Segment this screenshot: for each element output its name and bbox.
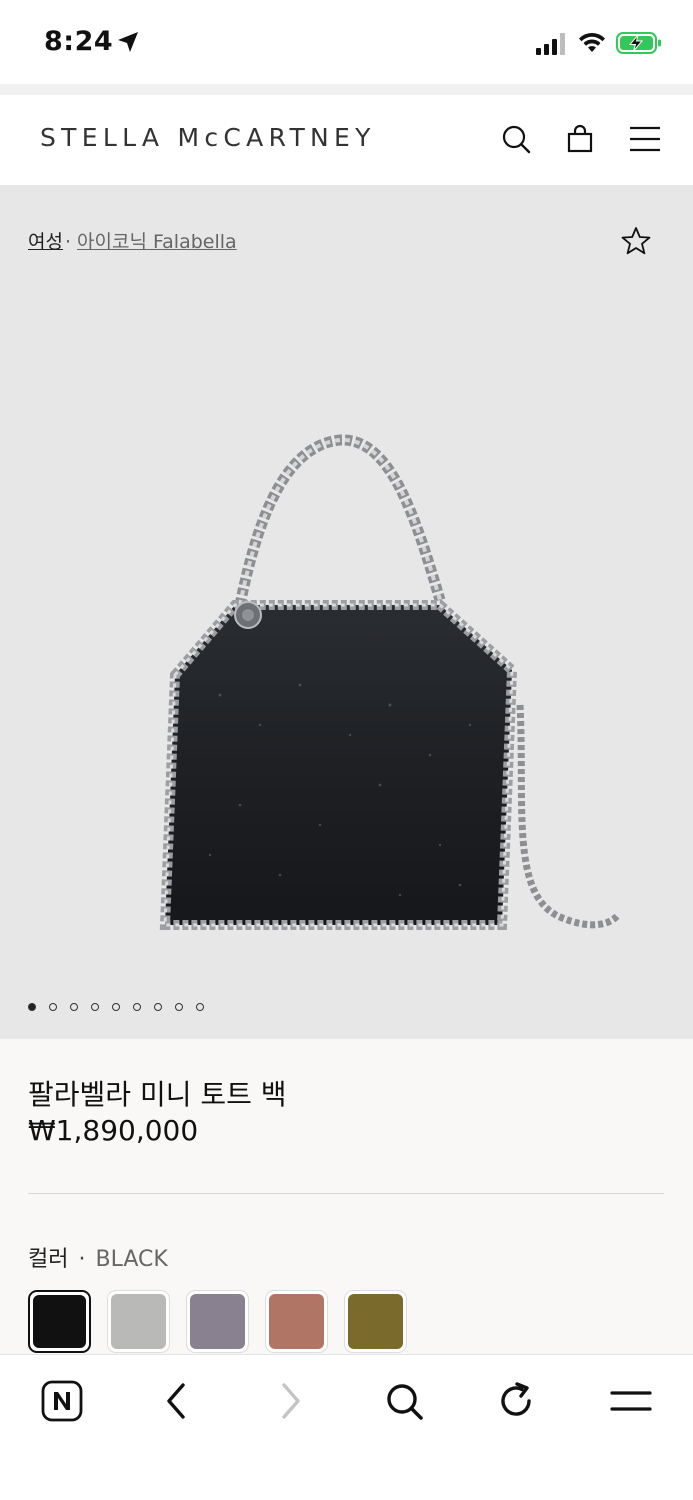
divider bbox=[28, 1193, 664, 1194]
location-arrow-icon bbox=[118, 32, 138, 52]
swatch-fill bbox=[269, 1294, 324, 1349]
breadcrumb-falabella[interactable]: 아이코닉 Falabella bbox=[77, 231, 237, 253]
color-label: 컬러 bbox=[28, 1247, 69, 1272]
color-selection-label: 컬러 · BLACK bbox=[28, 1241, 168, 1273]
pager-dot[interactable] bbox=[196, 1003, 204, 1011]
pager-dot[interactable] bbox=[175, 1003, 183, 1011]
color-swatch[interactable] bbox=[28, 1290, 91, 1353]
browser-toolbar bbox=[0, 1354, 693, 1500]
pager-dot[interactable] bbox=[154, 1003, 162, 1011]
shopping-bag-icon[interactable] bbox=[564, 123, 596, 155]
color-value: BLACK bbox=[95, 1247, 168, 1272]
swatch-fill bbox=[111, 1294, 166, 1349]
product-name: 팔라벨라 미니 토트 백 bbox=[28, 1078, 287, 1111]
color-swatch[interactable] bbox=[186, 1290, 249, 1353]
star-outline-icon[interactable] bbox=[620, 225, 652, 257]
naver-n-icon[interactable] bbox=[40, 1379, 84, 1423]
swatch-fill bbox=[348, 1294, 403, 1349]
color-swatch[interactable] bbox=[265, 1290, 328, 1353]
swatch-fill bbox=[33, 1295, 86, 1348]
breadcrumb-separator: · bbox=[64, 231, 72, 253]
battery-charging-icon bbox=[616, 32, 661, 54]
product-image[interactable] bbox=[140, 425, 640, 945]
swatch-fill bbox=[190, 1294, 245, 1349]
search-icon[interactable] bbox=[500, 123, 532, 155]
color-swatch[interactable] bbox=[107, 1290, 170, 1353]
header-gap bbox=[0, 84, 693, 95]
color-separator: · bbox=[78, 1247, 86, 1272]
brand-logo[interactable]: STELLA McCARTNEY bbox=[40, 123, 376, 152]
wifi-icon bbox=[579, 32, 605, 52]
color-swatch[interactable] bbox=[344, 1290, 407, 1353]
breadcrumb: 여성 · 아이코닉 Falabella bbox=[28, 227, 237, 254]
pager-dot[interactable] bbox=[112, 1003, 120, 1011]
breadcrumb-women[interactable]: 여성 bbox=[28, 231, 63, 253]
color-swatches bbox=[28, 1290, 407, 1353]
status-time: 8:24 bbox=[44, 26, 114, 57]
menu-icon[interactable] bbox=[609, 1379, 653, 1423]
pager-dot[interactable] bbox=[91, 1003, 99, 1011]
menu-icon[interactable] bbox=[629, 123, 661, 155]
search-icon[interactable] bbox=[382, 1379, 426, 1423]
site-header: STELLA McCARTNEY bbox=[0, 95, 693, 185]
reload-icon[interactable] bbox=[495, 1379, 539, 1423]
pager-dot[interactable] bbox=[70, 1003, 78, 1011]
back-arrow-icon[interactable] bbox=[155, 1379, 199, 1423]
image-pager bbox=[28, 1003, 204, 1011]
product-gallery[interactable]: 여성 · 아이코닉 Falabella bbox=[0, 185, 693, 1039]
pager-dot[interactable] bbox=[49, 1003, 57, 1011]
pager-dot[interactable] bbox=[133, 1003, 141, 1011]
product-info: 팔라벨라 미니 토트 백 ₩1,890,000 컬러 · BLACK bbox=[0, 1039, 693, 1355]
signal-icon bbox=[536, 33, 565, 55]
forward-arrow-icon[interactable] bbox=[268, 1379, 312, 1423]
product-price: ₩1,890,000 bbox=[28, 1114, 199, 1147]
pager-dot[interactable] bbox=[28, 1003, 36, 1011]
status-bar: 8:24 bbox=[0, 0, 693, 84]
